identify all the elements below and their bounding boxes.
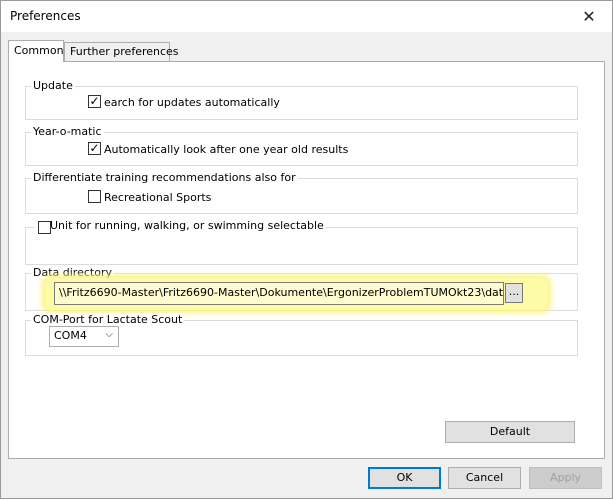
tab-further-preferences[interactable]: Further preferences — [64, 42, 179, 61]
update-checkbox[interactable]: ✓ — [88, 95, 101, 108]
group-yearomatic: Year-o-matic ✓ Automatically look after … — [25, 125, 578, 166]
group-unit-selectable: Unit for running, walking, or swimming s… — [25, 219, 578, 265]
tab-common-label: Common — [14, 44, 64, 57]
data-directory-input[interactable]: \\Fritz6690-Master\Fritz6690-Master\Doku… — [54, 282, 504, 305]
recreational-sports-label: Recreational Sports — [104, 191, 212, 204]
yearomatic-checkbox[interactable]: ✓ — [88, 142, 101, 155]
data-directory-highlight: \\Fritz6690-Master\Fritz6690-Master\Doku… — [45, 278, 548, 310]
group-differentiate: Differentiate training recommendations a… — [25, 171, 578, 214]
checkmark-icon: ✓ — [89, 94, 100, 108]
default-button[interactable]: Default — [445, 421, 575, 443]
browse-button[interactable]: ... — [505, 283, 523, 303]
chevron-down-icon: ⌵ — [105, 329, 113, 340]
yearomatic-checkbox-label: Automatically look after one year old re… — [104, 143, 349, 156]
unit-selectable-label: Unit for running, walking, or swimming s… — [50, 219, 324, 232]
group-com-port-title: COM-Port for Lactate Scout — [31, 313, 185, 326]
com-port-select[interactable]: COM4 ⌵ — [49, 326, 119, 347]
com-port-value: COM4 — [54, 329, 87, 342]
close-icon: ✕ — [582, 7, 596, 26]
group-yearomatic-title: Year-o-matic — [31, 125, 104, 138]
apply-button[interactable]: Apply — [529, 467, 602, 489]
group-update-title: Update — [31, 79, 75, 92]
tab-further-preferences-label: Further preferences — [70, 45, 179, 58]
tab-common[interactable]: Common — [8, 40, 64, 62]
group-differentiate-title: Differentiate training recommendations a… — [31, 171, 298, 184]
ok-button[interactable]: OK — [368, 467, 441, 489]
group-update: Update ✓ earch for updates automatically — [25, 79, 578, 120]
update-checkbox-label: earch for updates automatically — [104, 96, 280, 109]
close-button[interactable]: ✕ — [566, 1, 612, 32]
title-bar: Preferences ✕ — [1, 1, 612, 32]
unit-selectable-title: Unit for running, walking, or swimming s… — [34, 219, 326, 232]
window-title: Preferences — [10, 9, 81, 23]
recreational-sports-checkbox[interactable] — [88, 190, 101, 203]
common-tab-panel: Update ✓ earch for updates automatically… — [8, 61, 605, 459]
cancel-button[interactable]: Cancel — [448, 467, 521, 489]
unit-selectable-checkbox[interactable] — [38, 221, 51, 234]
checkmark-icon: ✓ — [89, 141, 100, 155]
preferences-dialog: Preferences ✕ Common Further preferences… — [0, 0, 613, 499]
